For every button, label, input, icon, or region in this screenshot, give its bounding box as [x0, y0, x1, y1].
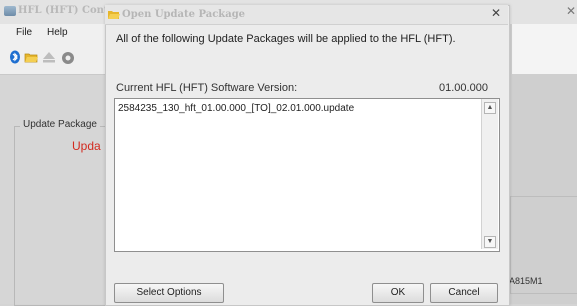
update-package-group	[14, 126, 107, 306]
dialog-message: All of the following Update Packages wil…	[116, 33, 456, 45]
gear-icon[interactable]	[60, 50, 76, 66]
list-item[interactable]: 2584235_130_hft_01.00.000_[TO]_02.01.000…	[118, 103, 354, 114]
update-package-list[interactable]	[114, 98, 500, 252]
scroll-up-icon[interactable]: ▲	[484, 102, 496, 114]
dialog-title: Open Update Package	[122, 9, 246, 20]
menu-file[interactable]: File	[16, 27, 32, 38]
version-label: Current HFL (HFT) Software Version:	[116, 82, 298, 94]
ok-button[interactable]: OK	[372, 283, 424, 303]
app-icon	[4, 6, 16, 16]
background-right-area	[512, 24, 577, 74]
scroll-down-icon[interactable]: ▼	[484, 236, 496, 248]
cancel-button[interactable]: Cancel	[430, 283, 498, 303]
background-device-id: A815M1	[509, 276, 543, 286]
list-scrollbar[interactable]	[481, 99, 498, 249]
dialog-folder-icon	[108, 11, 120, 19]
update-package-label: Update Package	[20, 119, 100, 130]
folder-icon[interactable]	[24, 50, 38, 64]
menu-help[interactable]: Help	[47, 27, 68, 38]
select-options-button[interactable]: Select Options	[114, 283, 224, 303]
eject-icon[interactable]	[42, 50, 56, 64]
background-close-icon[interactable]: ✕	[566, 4, 576, 18]
version-value: 01.00.000	[439, 82, 488, 94]
dialog-close-icon[interactable]: ✕	[491, 6, 501, 20]
bluetooth-icon[interactable]	[8, 50, 22, 64]
update-status-text: Upda	[72, 139, 101, 153]
